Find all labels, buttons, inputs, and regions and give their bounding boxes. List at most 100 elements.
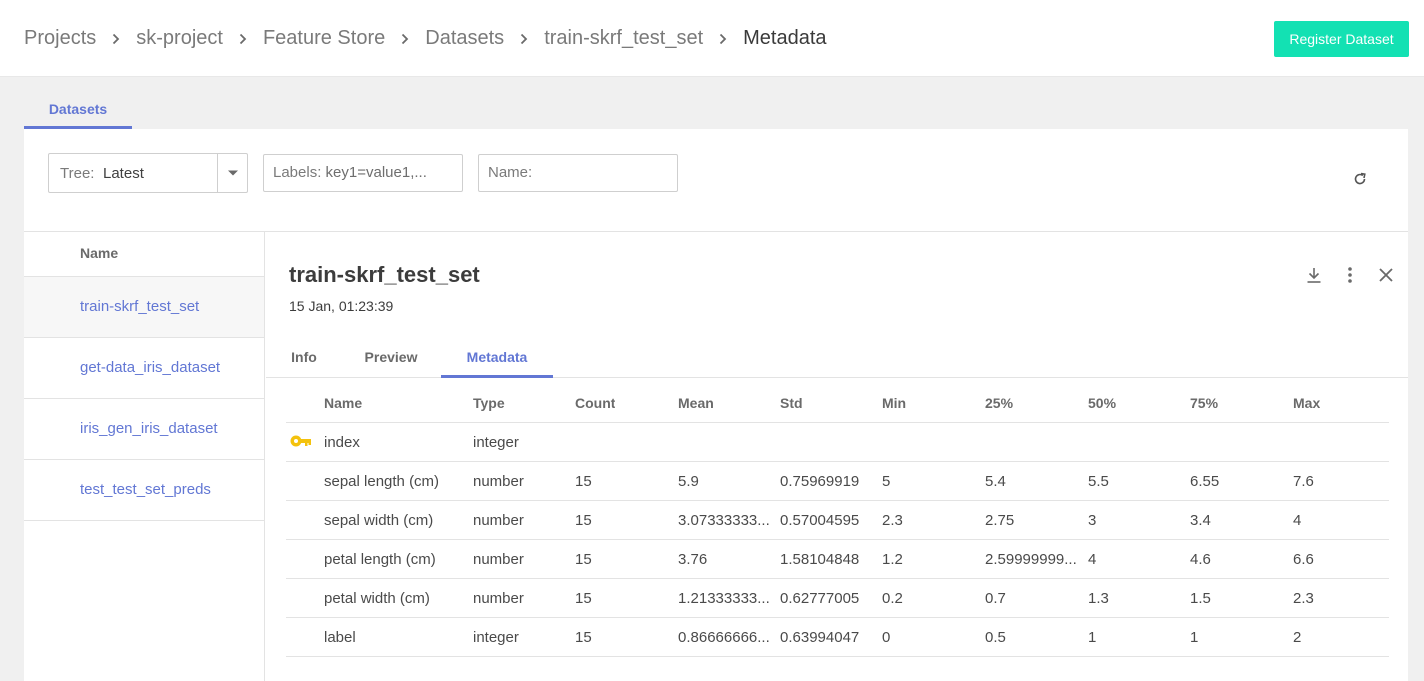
- more-vertical-icon[interactable]: [1332, 263, 1368, 287]
- register-dataset-button[interactable]: Register Dataset: [1274, 21, 1409, 57]
- col-header-max: Max: [1293, 395, 1321, 411]
- cell-p50: 1.3: [1088, 590, 1109, 607]
- tab-info[interactable]: Info: [289, 336, 319, 378]
- detail-pane: train-skrf_test_set 15 Jan, 01:23:39 Inf…: [266, 232, 1408, 681]
- cell-mean: 1.21333333...: [678, 590, 770, 607]
- cell-min: 0: [882, 629, 891, 646]
- cell-p75: 1: [1190, 629, 1199, 646]
- cell-mean: 3.07333333...: [678, 512, 770, 529]
- breadcrumb: Projects sk-project Feature Store Datase…: [24, 27, 827, 50]
- detail-tabs: Info Preview Metadata: [266, 336, 1408, 378]
- key-icon: [290, 434, 312, 452]
- labels-filter-input[interactable]: Labels: key1=value1,...: [263, 154, 463, 192]
- filter-bar: Tree: Latest Labels: key1=value1,... Nam…: [24, 129, 1408, 232]
- breadcrumb-projects[interactable]: Projects: [24, 27, 96, 50]
- col-header-25: 25%: [985, 395, 1014, 411]
- tab-preview[interactable]: Preview: [363, 336, 419, 378]
- cell-std: 0.75969919: [780, 473, 860, 490]
- table-row: sepal width (cm) number 15 3.07333333... 0.5…: [286, 501, 1389, 540]
- cell-std: 0.62777005: [780, 590, 860, 607]
- cell-p50: 5.5: [1088, 473, 1109, 490]
- col-header-name: Name: [324, 395, 363, 411]
- tree-select-value: Latest: [103, 165, 144, 182]
- close-icon[interactable]: [1368, 263, 1404, 287]
- cell-max: 6.6: [1293, 551, 1314, 568]
- col-header-count: Count: [575, 395, 616, 411]
- cell-type: number: [473, 551, 524, 568]
- main-panel: Tree: Latest Labels: key1=value1,... Nam…: [24, 129, 1408, 681]
- cell-name: index: [324, 434, 360, 451]
- cell-name: sepal width (cm): [324, 512, 434, 529]
- cell-max: 2.3: [1293, 590, 1314, 607]
- detail-date: 15 Jan, 01:23:39: [289, 298, 394, 314]
- cell-type: number: [473, 590, 524, 607]
- tab-datasets[interactable]: Datasets: [24, 98, 132, 129]
- cell-p25: 2.59999999...: [985, 551, 1077, 568]
- list-item[interactable]: test_test_set_preds: [24, 460, 264, 521]
- chevron-right-icon: [223, 27, 263, 50]
- metadata-table: Name Type Count Mean Std Min 25% 50% 75%…: [286, 384, 1389, 657]
- list-header-name: Name: [24, 232, 264, 277]
- list-item[interactable]: get-data_iris_dataset: [24, 338, 264, 399]
- table-body: index integer sepal length (cm) number 15 5.9…: [286, 423, 1389, 657]
- breadcrumb-dataset[interactable]: train-skrf_test_set: [544, 27, 703, 50]
- col-header-mean: Mean: [678, 395, 714, 411]
- cell-name: petal width (cm): [324, 590, 430, 607]
- table-row: index integer: [286, 423, 1389, 462]
- breadcrumb-current: Metadata: [743, 27, 827, 49]
- detail-title: train-skrf_test_set: [289, 262, 480, 287]
- cell-count: 15: [575, 551, 592, 568]
- list-item[interactable]: iris_gen_iris_dataset: [24, 399, 264, 460]
- cell-count: 15: [575, 629, 592, 646]
- col-header-std: Std: [780, 395, 803, 411]
- col-header-type: Type: [473, 395, 505, 411]
- cell-p50: 3: [1088, 512, 1097, 529]
- list-item[interactable]: train-skrf_test_set: [24, 277, 264, 338]
- cell-count: 15: [575, 512, 592, 529]
- top-header: Projects sk-project Feature Store Datase…: [0, 0, 1424, 77]
- cell-p50: 4: [1088, 551, 1097, 568]
- cell-std: 0.63994047: [780, 629, 860, 646]
- col-header-75: 75%: [1190, 395, 1219, 411]
- download-icon[interactable]: [1296, 263, 1332, 287]
- cell-p50: 1: [1088, 629, 1097, 646]
- cell-mean: 5.9: [678, 473, 699, 490]
- table-row: petal width (cm) number 15 1.21333333... 0.6…: [286, 579, 1389, 618]
- labels-filter-label: Labels:: [273, 164, 322, 181]
- tree-select-label: Tree:: [60, 165, 95, 182]
- dataset-list: Name train-skrf_test_set get-data_iris_d…: [24, 232, 265, 681]
- cell-name: petal length (cm): [324, 551, 436, 568]
- cell-max: 7.6: [1293, 473, 1314, 490]
- tree-select[interactable]: Tree: Latest: [48, 153, 248, 193]
- cell-p25: 2.75: [985, 512, 1015, 529]
- cell-mean: 3.76: [678, 551, 708, 568]
- table-row: petal length (cm) number 15 3.76 1.58104848 1…: [286, 540, 1389, 579]
- chevron-right-icon: [504, 27, 544, 50]
- table-row: label integer 15 0.86666666... 0.63994047 0 0.…: [286, 618, 1389, 657]
- breadcrumb-project[interactable]: sk-project: [136, 27, 223, 50]
- cell-count: 15: [575, 473, 592, 490]
- name-filter-input[interactable]: Name:: [478, 154, 678, 192]
- cell-std: 0.57004595: [780, 512, 860, 529]
- tab-metadata[interactable]: Metadata: [441, 336, 553, 378]
- cell-max: 4: [1293, 512, 1302, 529]
- cell-type: number: [473, 512, 524, 529]
- chevron-right-icon: [703, 27, 743, 50]
- cell-p25: 0.5: [985, 629, 1006, 646]
- refresh-icon[interactable]: [1350, 169, 1370, 189]
- cell-min: 5: [882, 473, 891, 490]
- cell-max: 2: [1293, 629, 1302, 646]
- cell-p25: 5.4: [985, 473, 1006, 490]
- caret-down-icon[interactable]: [217, 154, 247, 192]
- breadcrumb-datasets[interactable]: Datasets: [425, 27, 504, 50]
- chevron-right-icon: [96, 27, 136, 50]
- cell-p75: 4.6: [1190, 551, 1211, 568]
- cell-count: 15: [575, 590, 592, 607]
- cell-p25: 0.7: [985, 590, 1006, 607]
- cell-type: integer: [473, 629, 519, 646]
- breadcrumb-feature-store[interactable]: Feature Store: [263, 27, 385, 50]
- cell-min: 1.2: [882, 551, 903, 568]
- cell-min: 0.2: [882, 590, 903, 607]
- cell-min: 2.3: [882, 512, 903, 529]
- cell-type: number: [473, 473, 524, 490]
